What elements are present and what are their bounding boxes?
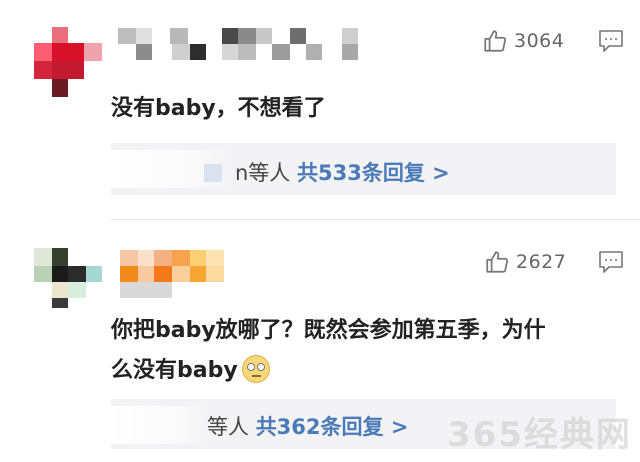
like-count: 3064 (514, 30, 565, 52)
reply-comment-icon[interactable] (598, 250, 624, 278)
comment-text-line: 么没有baby (111, 351, 546, 391)
reply-author-suffix: n等人 (235, 161, 291, 185)
comment-text: 没有baby，不想看了 (111, 89, 326, 129)
view-replies-link[interactable]: 共362条回复 > (256, 415, 409, 439)
comment-feed: 3064 没有baby，不想看了 n等人 共533条回复 > 2627 你把ba… (0, 0, 640, 462)
reply-summary: n等人 共533条回复 > (235, 157, 450, 187)
reply-author-suffix: 等人 (207, 415, 249, 439)
username-mosaic[interactable] (120, 250, 224, 300)
like-button[interactable]: 2627 (484, 248, 566, 276)
rolling-eyes-emoji-icon (241, 355, 270, 383)
reply-summary: 等人 共362条回复 > (207, 411, 408, 441)
comment-text-line: 你把baby放哪了？既然会参加第五季，为什 (111, 318, 546, 343)
like-count: 2627 (516, 251, 567, 273)
comment-text-line: 没有baby，不想看了 (111, 96, 326, 121)
site-watermark: 365经典网 (447, 415, 632, 455)
like-button[interactable]: 3064 (482, 27, 564, 55)
avatar[interactable] (34, 27, 104, 97)
blurred-reply-author (111, 406, 207, 444)
avatar[interactable] (34, 248, 104, 308)
view-replies-link[interactable]: 共533条回复 > (297, 161, 450, 185)
comment-text-segment: 么没有baby (111, 358, 238, 383)
reply-preview[interactable]: n等人 共533条回复 > (111, 143, 616, 195)
comment-text: 你把baby放哪了？既然会参加第五季，为什 么没有baby (111, 311, 546, 391)
thumbs-up-icon (484, 249, 510, 275)
comment-item: 3064 没有baby，不想看了 n等人 共533条回复 > (0, 0, 640, 220)
username-mosaic[interactable] (118, 28, 368, 60)
reply-comment-icon[interactable] (598, 29, 624, 57)
blurred-name-fragment (204, 164, 222, 182)
thumbs-up-icon (482, 28, 508, 54)
